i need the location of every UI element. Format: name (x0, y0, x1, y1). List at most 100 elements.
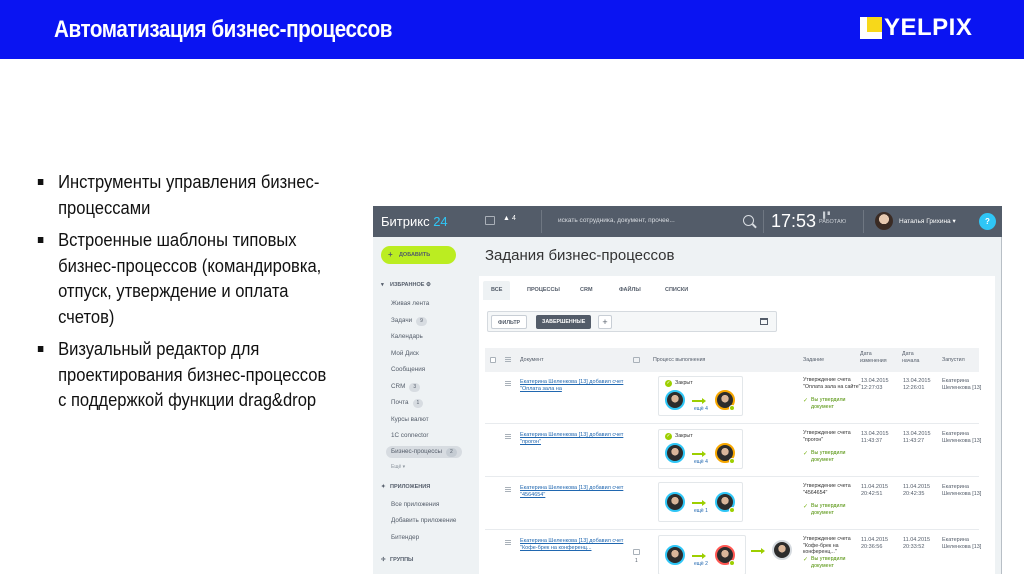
document-link[interactable]: Екатерина Шеленкова [13] добавил счет "О… (520, 379, 630, 393)
arrow-icon (692, 500, 706, 505)
work-state[interactable]: РАБОТАЮ (819, 219, 846, 225)
approved-status: Вы утвердили документ (803, 503, 863, 516)
comment-icon[interactable] (633, 549, 640, 555)
tab-processes[interactable]: ПРОЦЕССЫ (519, 281, 568, 300)
avatar[interactable] (665, 390, 685, 410)
page-title: Задания бизнес-процессов (485, 247, 675, 264)
more-link[interactable]: ещё 2 (694, 561, 708, 567)
sidebar-item-1c-connector[interactable]: 1С connector (391, 430, 428, 442)
date-started: 11.04.2015 20:33:52 (903, 537, 931, 550)
sidebar-item-add-app[interactable]: Добавить приложение (391, 515, 456, 527)
column-started-by[interactable]: Запустил (942, 357, 965, 364)
tab-all[interactable]: ВСЕ (483, 281, 511, 300)
apps-section[interactable]: ✦ ПРИЛОЖЕНИЯ (381, 484, 430, 490)
task-name: Утверждение счета "Оплата зала на сайте" (803, 377, 861, 390)
menu-icon[interactable] (505, 434, 511, 439)
scrollbar[interactable] (1001, 237, 1002, 574)
sidebar-item-label: CRM (391, 383, 406, 390)
groups-section[interactable]: ✢ ГРУППЫ (381, 557, 413, 563)
bullet-list: Инструменты управления бизнес-процессами… (36, 170, 336, 421)
column-document[interactable]: Документ (520, 357, 544, 364)
sidebar-item-currency[interactable]: Курсы валют (391, 414, 429, 426)
user-name[interactable]: Наталья Грихина ▾ (899, 217, 956, 225)
search-placeholder: искать сотрудника, документ, прочее... (558, 217, 675, 224)
approved-status: Вы утвердили документ (803, 397, 863, 410)
bullet-item: Визуальный редактор для проектирования б… (36, 337, 330, 414)
calendar-icon[interactable] (760, 318, 768, 325)
clock[interactable]: 17:53 (771, 211, 816, 232)
search-input[interactable]: искать сотрудника, документ, прочее... (548, 206, 758, 237)
more-link[interactable]: ещё 4 (694, 406, 708, 412)
groups-title: ГРУППЫ (390, 557, 414, 563)
checkmark-icon (729, 560, 735, 566)
more-link[interactable]: ещё 1 (694, 508, 708, 514)
filter-button[interactable]: ФИЛЬТР (491, 315, 528, 329)
table-header: Документ Процесс выполнения Задание Дата… (485, 348, 979, 372)
tab-crm[interactable]: CRM (572, 281, 601, 300)
sidebar-more-link[interactable]: Ещё ▾ (391, 464, 405, 470)
logo-mark-icon (860, 17, 882, 39)
add-button[interactable]: ДОБАВИТЬ (381, 246, 456, 264)
column-date-changed[interactable]: Дата изменения (860, 351, 890, 364)
gear-icon[interactable]: ⚙ (426, 282, 431, 288)
document-link[interactable]: Екатерина Шеленкова [13] добавил счет "п… (520, 432, 630, 446)
sidebar-item-crm[interactable]: CRM 3 (391, 381, 421, 393)
completed-filter-button[interactable]: ЗАВЕРШЕННЫЕ (536, 315, 592, 329)
yelpix-logo: YELPIX (860, 14, 973, 41)
table-row[interactable]: Екатерина Шеленкова [13] добавил счет "О… (485, 372, 981, 424)
column-date-started[interactable]: Дата начала (902, 351, 932, 364)
sidebar-item-label: Задачи (391, 317, 413, 324)
sidebar-item-calendar[interactable]: Календарь (391, 331, 423, 343)
table-row[interactable]: Екатерина Шеленкова [13] добавил счет "п… (485, 425, 981, 477)
arrow-icon (751, 548, 765, 553)
add-filter-button[interactable]: + (598, 315, 612, 329)
favorites-section[interactable]: ▾ ИЗБРАННОЕ ⚙ (381, 282, 431, 288)
more-link[interactable]: ещё 4 (694, 459, 708, 465)
table-row[interactable]: Екатерина Шеленкова [13] добавил счет "К… (485, 531, 981, 574)
filter-bar[interactable]: ФИЛЬТР ЗАВЕРШЕННЫЕ + (487, 311, 777, 332)
sidebar-item-tasks[interactable]: Задачи 9 (391, 315, 427, 327)
select-all-checkbox[interactable] (490, 357, 496, 363)
sidebar-item-bitender[interactable]: Битендер (391, 532, 419, 544)
brand-logo[interactable]: Битрикс 24 (381, 214, 448, 229)
sidebar-item-messages[interactable]: Сообщения (391, 364, 425, 376)
bell-icon[interactable]: ▲ 4 (503, 215, 516, 222)
menu-icon[interactable] (505, 381, 511, 386)
document-link[interactable]: Екатерина Шеленкова [13] добавил счет "К… (520, 538, 630, 552)
avatar[interactable] (772, 540, 792, 560)
help-button[interactable]: ? (979, 213, 996, 230)
counter-badge: 1 (412, 399, 424, 408)
logo-text: YELPIX (884, 14, 973, 41)
column-process[interactable]: Процесс выполнения (653, 357, 705, 364)
tab-files[interactable]: ФАЙЛЫ (611, 281, 649, 300)
sidebar-item-mail[interactable]: Почта 1 (391, 397, 424, 409)
sidebar-item-label: Мой Диск (391, 350, 419, 357)
sidebar-item-business-processes[interactable]: Бизнес-процессы 2 (386, 446, 462, 458)
started-by: Екатерина Шеленкова [13] (942, 484, 982, 497)
menu-icon[interactable] (505, 487, 511, 492)
sidebar-item-label: Живая лента (391, 300, 430, 307)
menu-icon[interactable] (505, 540, 511, 545)
sidebar-item-feed[interactable]: Живая лента (391, 298, 429, 310)
menu-icon[interactable] (505, 357, 511, 362)
user-avatar[interactable] (875, 212, 893, 230)
filter-panel: ФИЛЬТР ЗАВЕРШЕННЫЕ + (479, 300, 995, 342)
avatar[interactable] (665, 492, 685, 512)
tab-lists[interactable]: СПИСКИ (657, 281, 696, 300)
search-icon[interactable] (743, 215, 754, 226)
arrow-icon (692, 553, 706, 558)
arrow-icon (692, 451, 706, 456)
process-box: ещё 1 (658, 482, 743, 522)
top-bar: Битрикс 24 ▲ 4 искать сотрудника, докумен… (373, 206, 1002, 237)
sidebar-item-disk[interactable]: Мой Диск (391, 348, 419, 360)
table-row[interactable]: Екатерина Шеленкова [13] добавил счет "4… (485, 478, 982, 530)
apps-title: ПРИЛОЖЕНИЯ (390, 484, 431, 490)
column-task[interactable]: Задание (803, 357, 824, 364)
avatar[interactable] (665, 443, 685, 463)
slide-header: Автоматизация бизнес-процессов YELPIX (0, 0, 1024, 59)
checkmark-icon (729, 458, 735, 464)
sidebar-item-all-apps[interactable]: Все приложения (391, 499, 439, 511)
document-link[interactable]: Екатерина Шеленкова [13] добавил счет "4… (520, 485, 630, 499)
chat-icon[interactable] (485, 216, 495, 225)
avatar[interactable] (665, 545, 685, 565)
